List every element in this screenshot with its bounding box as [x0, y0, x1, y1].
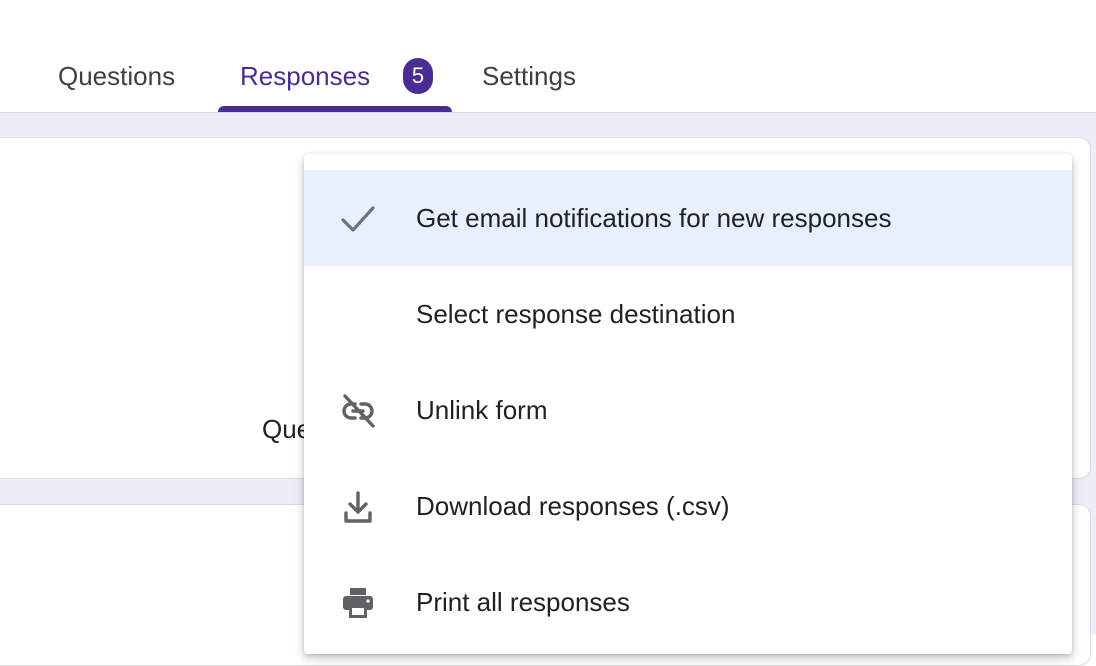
menu-item-unlink-form[interactable]: Unlink form	[304, 362, 1072, 458]
menu-item-download-csv[interactable]: Download responses (.csv)	[304, 458, 1072, 554]
menu-item-email-notifications[interactable]: Get email notifications for new response…	[304, 170, 1072, 266]
menu-item-label: Download responses (.csv)	[416, 491, 730, 521]
link-off-icon	[338, 391, 378, 431]
menu-item-print-responses[interactable]: Print all responses	[304, 554, 1072, 650]
menu-item-label: Unlink form	[416, 395, 548, 425]
checkmark-icon	[338, 199, 378, 239]
tab-questions[interactable]: Questions	[58, 56, 175, 96]
menu-item-select-destination[interactable]: Select response destination	[304, 266, 1072, 362]
form-tab-bar: Questions Responses 5 Settings	[0, 0, 1096, 113]
tab-settings[interactable]: Settings	[482, 56, 576, 96]
menu-item-label: Select response destination	[416, 299, 736, 329]
print-icon	[338, 583, 378, 623]
active-tab-indicator	[218, 106, 452, 112]
responses-count-badge: 5	[403, 58, 433, 94]
menu-item-label: Print all responses	[416, 587, 630, 617]
download-icon	[338, 487, 378, 527]
tab-responses[interactable]: Responses	[240, 56, 370, 96]
responses-more-options-menu: Get email notifications for new response…	[304, 154, 1072, 654]
menu-item-label: Get email notifications for new response…	[416, 203, 892, 233]
